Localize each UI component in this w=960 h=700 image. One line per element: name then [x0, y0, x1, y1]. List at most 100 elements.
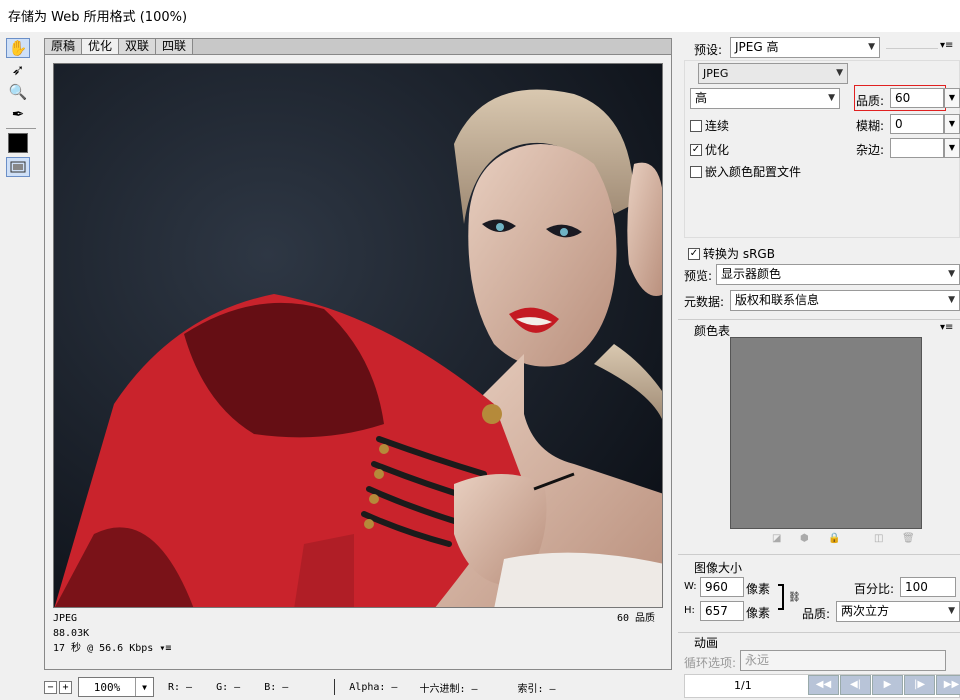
- quality-label: 品质:: [856, 94, 885, 108]
- lock-icon[interactable]: 🔒: [828, 533, 840, 544]
- preview-label: 预览:: [684, 269, 713, 283]
- chevron-down-icon: ▼: [948, 295, 955, 305]
- toggle-slices-icon[interactable]: [6, 157, 30, 177]
- tab-4-up[interactable]: 四联: [156, 39, 194, 54]
- web-shift-icon[interactable]: ◪: [772, 533, 781, 544]
- checkbox-box: [690, 165, 702, 178]
- optimized-checkbox[interactable]: ✓ 优化: [690, 141, 729, 158]
- chevron-down-icon: ▼: [836, 68, 843, 78]
- quality-level-select[interactable]: 高 ▼: [690, 88, 840, 109]
- new-color-icon[interactable]: ◫: [874, 533, 883, 544]
- width-label: W:: [684, 581, 697, 592]
- preview-select[interactable]: 显示器颜色 ▼: [716, 264, 960, 285]
- prev-frame-icon[interactable]: ◀|: [840, 675, 871, 695]
- panel-menu-icon[interactable]: ▾≡: [940, 40, 953, 51]
- preset-value: JPEG 高: [735, 40, 779, 54]
- last-frame-icon[interactable]: ▶▶: [936, 675, 960, 695]
- resample-value: 两次立方: [841, 604, 890, 618]
- chevron-down-icon: ▼: [868, 42, 875, 52]
- matte-select[interactable]: [890, 138, 944, 158]
- readout-alpha: Alpha: —: [349, 681, 398, 693]
- info-menu-icon[interactable]: ▾≡: [159, 643, 171, 654]
- zoom-in-button[interactable]: +: [59, 680, 72, 694]
- image-preview[interactable]: [53, 63, 663, 608]
- info-time-text: 17 秒 @ 56.6 Kbps: [53, 643, 154, 654]
- width-unit: 像素: [746, 582, 771, 596]
- height-input[interactable]: 657: [700, 601, 744, 621]
- tab-original[interactable]: 原稿: [45, 39, 83, 54]
- srgb-label: 转换为 sRGB: [703, 247, 775, 261]
- preset-select[interactable]: JPEG 高 ▼: [730, 37, 880, 58]
- frame-counter: 1/1: [734, 679, 752, 692]
- convert-srgb-checkbox[interactable]: ✓ 转换为 sRGB: [688, 245, 775, 262]
- zoom-tool-icon[interactable]: 🔍: [6, 82, 30, 102]
- tab-2-up[interactable]: 双联: [119, 39, 157, 54]
- progressive-checkbox[interactable]: 连续: [690, 117, 729, 134]
- optimized-label: 优化: [705, 143, 730, 157]
- image-size-title: 图像大小: [694, 561, 743, 575]
- info-download-time: 17 秒 @ 56.6 Kbps ▾≡: [53, 641, 663, 656]
- blur-input[interactable]: 0: [890, 114, 944, 134]
- percent-label: 百分比:: [854, 582, 895, 596]
- readout-b: B: —: [264, 681, 289, 693]
- chevron-down-icon: ▼: [828, 93, 835, 103]
- next-frame-icon[interactable]: |▶: [904, 675, 935, 695]
- chevron-down-icon: ▼: [948, 606, 955, 616]
- metadata-value: 版权和联系信息: [735, 293, 820, 307]
- slices-visibility-icon: [10, 161, 26, 173]
- view-tabs: 原稿 优化 双联 四联: [44, 38, 672, 54]
- zoom-level-value: 100%: [93, 680, 121, 694]
- quality-stepper[interactable]: ▼: [944, 88, 960, 108]
- color-table-divider: [678, 319, 960, 320]
- info-format: JPEG: [53, 613, 78, 624]
- loop-label: 循环选项:: [684, 656, 737, 670]
- loop-value: 永远: [745, 653, 770, 667]
- embed-profile-label: 嵌入颜色配置文件: [705, 165, 802, 179]
- resample-label: 品质:: [802, 607, 831, 621]
- percent-input[interactable]: 100: [900, 577, 956, 597]
- status-bar: − + 100% ▼ R: — G: — B: — Alpha: — 十六进制:…: [44, 674, 672, 700]
- readout-g: G: —: [216, 681, 241, 693]
- quality-input[interactable]: 60: [890, 88, 944, 108]
- progressive-label: 连续: [705, 119, 730, 133]
- resample-select[interactable]: 两次立方 ▼: [836, 601, 960, 622]
- embed-profile-checkbox[interactable]: 嵌入颜色配置文件: [690, 163, 801, 180]
- chevron-down-icon[interactable]: ▼: [135, 678, 153, 696]
- matte-dropdown[interactable]: ▼: [944, 138, 960, 158]
- color-table-menu-icon[interactable]: ▾≡: [940, 322, 953, 333]
- color-cube-icon[interactable]: ⬢: [800, 533, 809, 544]
- first-frame-icon[interactable]: ◀◀: [808, 675, 839, 695]
- eyedropper-color-swatch[interactable]: [8, 133, 28, 153]
- trash-icon[interactable]: 🗑: [902, 533, 915, 544]
- preview-area: JPEG 88.03K 17 秒 @ 56.6 Kbps ▾≡ 60 品质: [44, 54, 672, 670]
- status-divider: [334, 679, 336, 695]
- play-icon[interactable]: ▶: [872, 675, 903, 695]
- window-title: 存储为 Web 所用格式 (100%): [0, 0, 960, 32]
- preset-label: 预设:: [694, 43, 723, 57]
- constrain-bracket: [778, 584, 784, 610]
- width-input[interactable]: 960: [700, 577, 744, 597]
- slice-select-tool-icon[interactable]: ➶: [6, 60, 30, 80]
- metadata-select[interactable]: 版权和联系信息 ▼: [730, 290, 960, 311]
- optimization-info: JPEG 88.03K 17 秒 @ 56.6 Kbps ▾≡ 60 品质: [53, 611, 663, 661]
- blur-stepper[interactable]: ▼: [944, 114, 960, 134]
- format-select[interactable]: JPEG ▼: [698, 63, 848, 84]
- checkbox-checked-icon: ✓: [690, 143, 702, 156]
- quality-level-value: 高: [695, 91, 708, 105]
- color-table-grid[interactable]: [730, 337, 922, 529]
- link-icon[interactable]: ⛓: [788, 592, 801, 603]
- settings-panel: 预设: JPEG 高 ▼ ▾≡ JPEG ▼ 高 ▼ 品质: 60 ▼ 连续 模糊: …: [678, 36, 960, 700]
- zoom-level-select[interactable]: 100% ▼: [78, 677, 154, 697]
- loop-select[interactable]: 永远: [740, 650, 946, 671]
- zoom-out-button[interactable]: −: [44, 680, 57, 694]
- info-size: 88.03K: [53, 628, 90, 639]
- animation-title: 动画: [694, 636, 719, 650]
- metadata-label: 元数据:: [684, 295, 725, 309]
- toolbox-divider: [6, 128, 36, 129]
- portrait-image: [54, 64, 662, 607]
- hand-tool-icon[interactable]: ✋: [6, 38, 30, 58]
- eyedropper-tool-icon[interactable]: ✒: [6, 104, 30, 124]
- checkbox-checked-icon: ✓: [688, 247, 700, 260]
- readout-r: R: —: [168, 681, 193, 693]
- tab-optimized[interactable]: 优化: [82, 39, 120, 54]
